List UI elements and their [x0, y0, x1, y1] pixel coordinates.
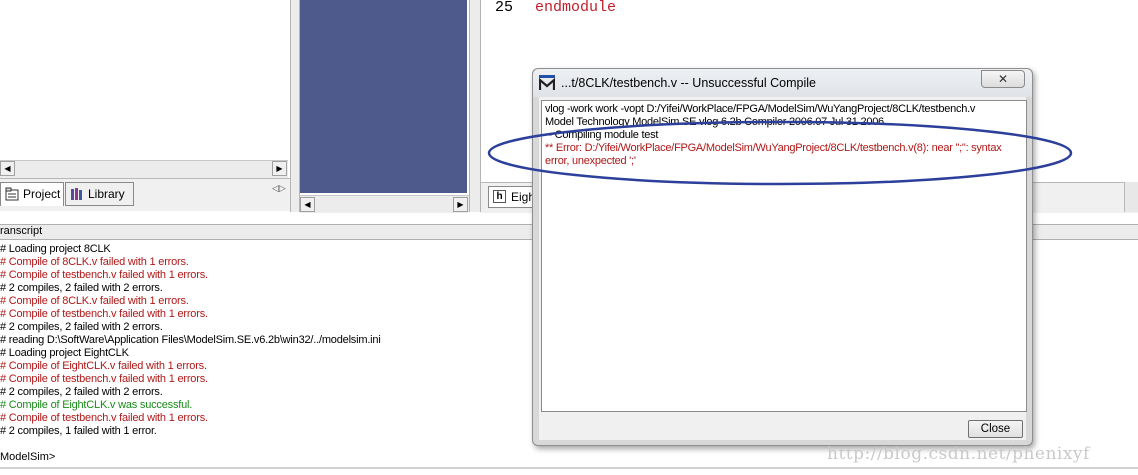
close-button[interactable]: Close [968, 420, 1023, 438]
status-divider [0, 467, 1138, 469]
transcript-line: # Compile of testbench.v failed with 1 e… [0, 373, 208, 385]
library-icon [71, 188, 82, 200]
transcript-title: ranscript [0, 225, 43, 237]
error-message-line: error, unexpected ';' [545, 155, 636, 167]
transcript-line: # Loading project EightCLK [0, 347, 129, 359]
modelsim-logo-icon [539, 75, 555, 90]
transcript-line: # Compile of EightCLK.v failed with 1 er… [0, 360, 207, 372]
output-line: Model Technology ModelSim SE vlog 6.2b C… [545, 116, 884, 128]
transcript-line: # Compile of 8CLK.v failed with 1 errors… [0, 256, 189, 268]
transcript-line: # Compile of 8CLK.v failed with 1 errors… [0, 295, 189, 307]
transcript-line: # 2 compiles, 2 failed with 2 errors. [0, 321, 163, 333]
pane-divider[interactable] [290, 0, 300, 212]
transcript-line: # Compile of testbench.v failed with 1 e… [0, 412, 208, 424]
pane-divider[interactable] [469, 0, 481, 212]
tab-project[interactable]: Project [0, 182, 64, 206]
empty-workspace-pane [300, 0, 467, 193]
editor-code-line: 25 endmodule [495, 0, 616, 16]
transcript-line: # 2 compiles, 1 failed with 1 error. [0, 425, 157, 437]
dialog-title: ...t/8CLK/testbench.v -- Unsuccessful Co… [561, 76, 816, 90]
transcript-line: # Compile of testbench.v failed with 1 e… [0, 308, 208, 320]
scroll-left-icon[interactable]: ◀ [0, 161, 15, 176]
output-line: vlog -work work -vopt D:/Yifei/WorkPlace… [545, 103, 976, 115]
hdl-file-icon: h [493, 190, 506, 203]
pane-splitter-icon[interactable]: ◁▷ [272, 183, 288, 195]
project-horizontal-scrollbar[interactable]: ◀ ▶ [0, 160, 288, 179]
project-icon [5, 187, 19, 201]
close-icon[interactable]: ✕ [981, 70, 1025, 88]
scroll-left-icon[interactable]: ◀ [300, 197, 315, 212]
editor-scrollbar[interactable] [1124, 182, 1138, 212]
middle-horizontal-scrollbar[interactable]: ◀ ▶ [300, 195, 469, 213]
scroll-right-icon[interactable]: ▶ [453, 197, 468, 212]
transcript-line: # 2 compiles, 2 failed with 2 errors. [0, 386, 163, 398]
line-number: 25 [495, 0, 514, 16]
tab-project-label: Project [23, 187, 61, 201]
project-pane [0, 0, 290, 178]
watermark: http://blog.csdn.net/phenixyf [827, 444, 1090, 464]
transcript-line: # 2 compiles, 2 failed with 2 errors. [0, 282, 163, 294]
code-text: endmodule [535, 0, 617, 16]
transcript-line: # Compile of EightCLK.v was successful. [0, 399, 193, 411]
command-prompt[interactable]: ModelSim> [0, 451, 55, 464]
scroll-right-icon[interactable]: ▶ [272, 161, 287, 176]
project-tabs-bar: Project Library [0, 178, 298, 211]
transcript-line: # reading D:\SoftWare\Application Files\… [0, 334, 381, 346]
error-message-line: ** Error: D:/Yifei/WorkPlace/FPGA/ModelS… [545, 142, 1002, 154]
transcript-line: # Compile of testbench.v failed with 1 e… [0, 269, 208, 281]
tab-library-label: Library [88, 187, 125, 201]
compile-result-dialog: ...t/8CLK/testbench.v -- Unsuccessful Co… [532, 68, 1033, 446]
output-line: -- Compiling module test [545, 129, 659, 141]
compile-output-text[interactable]: vlog -work work -vopt D:/Yifei/WorkPlace… [541, 100, 1027, 412]
transcript-line: # Loading project 8CLK [0, 243, 111, 255]
tab-library[interactable]: Library [65, 182, 134, 206]
